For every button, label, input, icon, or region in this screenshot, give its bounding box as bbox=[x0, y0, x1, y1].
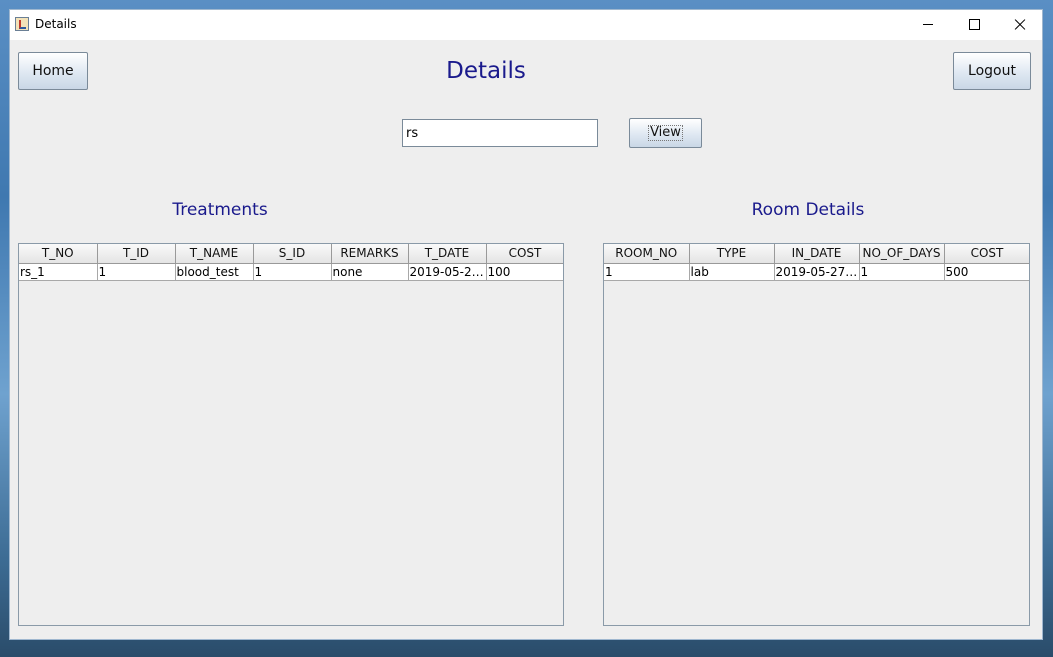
home-button[interactable]: Home bbox=[18, 52, 88, 90]
column-header[interactable]: T_NO bbox=[19, 244, 98, 264]
table-row[interactable]: 1 lab 2019-05-27 ... 1 500 bbox=[604, 262, 1029, 281]
column-header[interactable]: TYPE bbox=[688, 244, 775, 264]
minimize-icon[interactable] bbox=[905, 10, 951, 40]
room-details-table-pane[interactable]: ROOM_NO TYPE IN_DATE NO_OF_DAYS COST 1 l… bbox=[603, 243, 1030, 626]
view-button-label: View bbox=[648, 125, 683, 141]
table-cell[interactable]: 1 bbox=[252, 262, 332, 281]
table-cell[interactable]: 500 bbox=[943, 262, 1029, 281]
column-header[interactable]: COST bbox=[943, 244, 1029, 264]
column-header[interactable]: ROOM_NO bbox=[604, 244, 690, 264]
table-cell[interactable]: 2019-05-27 ... bbox=[773, 262, 860, 281]
view-button[interactable]: View bbox=[629, 118, 702, 148]
column-header[interactable]: T_ID bbox=[96, 244, 176, 264]
java-cup-icon bbox=[15, 17, 29, 31]
logout-button[interactable]: Logout bbox=[953, 52, 1031, 90]
column-header[interactable]: S_ID bbox=[252, 244, 332, 264]
room-details-header-row: ROOM_NO TYPE IN_DATE NO_OF_DAYS COST bbox=[604, 244, 1029, 264]
column-header[interactable]: IN_DATE bbox=[773, 244, 860, 264]
column-header[interactable]: NO_OF_DAYS bbox=[858, 244, 945, 264]
table-cell[interactable]: 2019-05-28... bbox=[407, 262, 487, 281]
column-header[interactable]: T_DATE bbox=[407, 244, 487, 264]
table-cell[interactable]: 1 bbox=[858, 262, 945, 281]
treatments-table: T_NO T_ID T_NAME S_ID REMARKS T_DATE COS… bbox=[19, 244, 563, 281]
search-input[interactable] bbox=[402, 119, 598, 147]
column-header[interactable]: COST bbox=[485, 244, 563, 264]
table-cell[interactable]: 1 bbox=[604, 262, 690, 281]
table-cell[interactable]: rs_1 bbox=[19, 262, 98, 281]
treatments-header-row: T_NO T_ID T_NAME S_ID REMARKS T_DATE COS… bbox=[19, 244, 563, 264]
maximize-icon[interactable] bbox=[951, 10, 997, 40]
table-cell[interactable]: 100 bbox=[485, 262, 563, 281]
column-header[interactable]: T_NAME bbox=[174, 244, 254, 264]
window-title: Details bbox=[35, 17, 77, 31]
treatments-table-pane[interactable]: T_NO T_ID T_NAME S_ID REMARKS T_DATE COS… bbox=[18, 243, 564, 626]
title-bar[interactable]: Details bbox=[10, 10, 1042, 40]
room-details-title: Room Details bbox=[751, 200, 865, 220]
close-icon[interactable] bbox=[997, 10, 1043, 40]
table-cell[interactable]: blood_test bbox=[174, 262, 254, 281]
table-row[interactable]: rs_1 1 blood_test 1 none 2019-05-28... 1… bbox=[19, 262, 563, 281]
column-header[interactable]: REMARKS bbox=[330, 244, 409, 264]
treatments-title: Treatments bbox=[172, 200, 268, 220]
page-title: Details bbox=[446, 58, 526, 84]
table-cell[interactable]: 1 bbox=[96, 262, 176, 281]
table-cell[interactable]: lab bbox=[688, 262, 775, 281]
table-cell[interactable]: none bbox=[330, 262, 409, 281]
room-details-table: ROOM_NO TYPE IN_DATE NO_OF_DAYS COST 1 l… bbox=[604, 244, 1029, 281]
details-window: Details Home Details Logout View Treatme… bbox=[10, 10, 1042, 639]
